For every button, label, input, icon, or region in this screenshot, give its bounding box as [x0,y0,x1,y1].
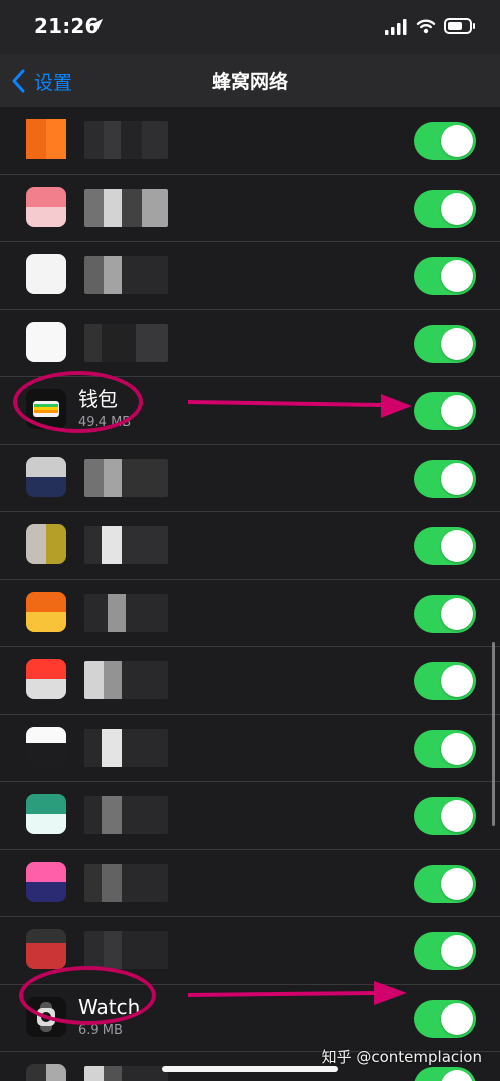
app-icon [26,186,66,227]
toggle-knob [441,462,473,495]
annotation-arrow-watch [188,981,407,1005]
app-name-redacted [84,863,168,902]
location-arrow-icon [91,18,104,31]
app-row [0,310,500,377]
app-name-redacted [84,796,168,834]
app-name-redacted [84,728,168,767]
app-name-redacted [84,121,168,159]
toggle-knob [441,260,473,292]
app-icon [26,1064,66,1081]
annotation-arrow-wallet [188,394,412,418]
scroll-indicator[interactable] [492,642,495,826]
signal-bars-icon [385,19,407,35]
cellular-toggle[interactable] [414,527,476,565]
toggle-knob [441,800,473,832]
app-row [0,512,500,580]
app-cellular-list: 钱包 49.4 MB Watch 6.9 MB [0,107,500,1081]
app-icon [26,794,66,834]
toggle-knob [441,192,473,225]
app-icon [26,726,66,767]
app-icon [26,456,66,497]
cellular-toggle[interactable] [414,324,476,363]
app-row [0,107,500,175]
annotation-oval-watch [19,966,156,1025]
app-row [0,580,500,647]
toggle-knob [441,1002,473,1035]
toggle-knob [441,1070,473,1081]
cellular-toggle-wallet[interactable] [414,392,476,430]
cellular-toggle[interactable] [414,864,476,903]
toggle-knob [441,597,473,630]
toggle-knob [441,665,473,697]
app-row [0,647,500,715]
app-row [0,445,500,512]
toggle-knob [441,125,473,157]
toggle-knob [441,732,473,765]
app-name-redacted [84,256,168,294]
cellular-toggle[interactable] [414,189,476,228]
cellular-toggle[interactable] [414,729,476,768]
cellular-toggle[interactable] [414,797,476,835]
app-name-redacted [84,661,168,699]
toggle-knob [441,327,473,360]
app-name-redacted [84,593,168,632]
toggle-knob [441,935,473,967]
cellular-toggle[interactable] [414,662,476,700]
wifi-icon [416,19,436,34]
app-icon [26,591,66,632]
cellular-toggle[interactable] [414,122,476,160]
status-time: 21:26 [34,14,99,38]
battery-icon [444,18,475,34]
back-label: 设置 [34,71,73,94]
app-name-redacted [84,188,168,227]
app-name-redacted [84,1066,168,1081]
cellular-toggle[interactable] [414,459,476,498]
source-watermark: 知乎 @contemplacion [321,1048,482,1066]
cellular-toggle[interactable] [414,594,476,633]
home-indicator[interactable] [162,1066,338,1072]
toggle-knob [441,395,473,427]
app-name-redacted [84,458,168,497]
app-name-redacted [84,526,168,564]
app-row [0,850,500,917]
app-icon [26,321,66,362]
toggle-knob [441,867,473,900]
cellular-toggle[interactable] [414,257,476,295]
app-row [0,715,500,782]
app-icon [26,119,66,159]
chevron-left-icon [12,69,25,93]
app-row [0,242,500,310]
cellular-toggle-watch[interactable] [414,999,476,1038]
app-row [0,175,500,242]
status-bar: 21:26 [0,0,500,54]
cellular-toggle[interactable] [414,932,476,970]
app-name-redacted [84,931,168,969]
app-icon [26,929,66,969]
app-icon [26,524,66,564]
app-row [0,782,500,850]
annotation-oval-wallet [13,371,143,433]
toggle-knob [441,530,473,562]
app-icon [26,659,66,699]
navigation-bar: 设置 蜂窝网络 [0,54,500,108]
app-icon [26,254,66,294]
app-name-redacted [84,323,168,362]
cellular-toggle[interactable] [414,1067,476,1081]
cellular-settings-screen: 21:26 设置 蜂窝网络 钱包 49.4 MB Watch 6.9 MB 知乎… [0,0,500,1081]
back-button[interactable]: 设置 [12,68,72,94]
app-icon [26,861,66,902]
page-title: 蜂窝网络 [211,71,288,93]
